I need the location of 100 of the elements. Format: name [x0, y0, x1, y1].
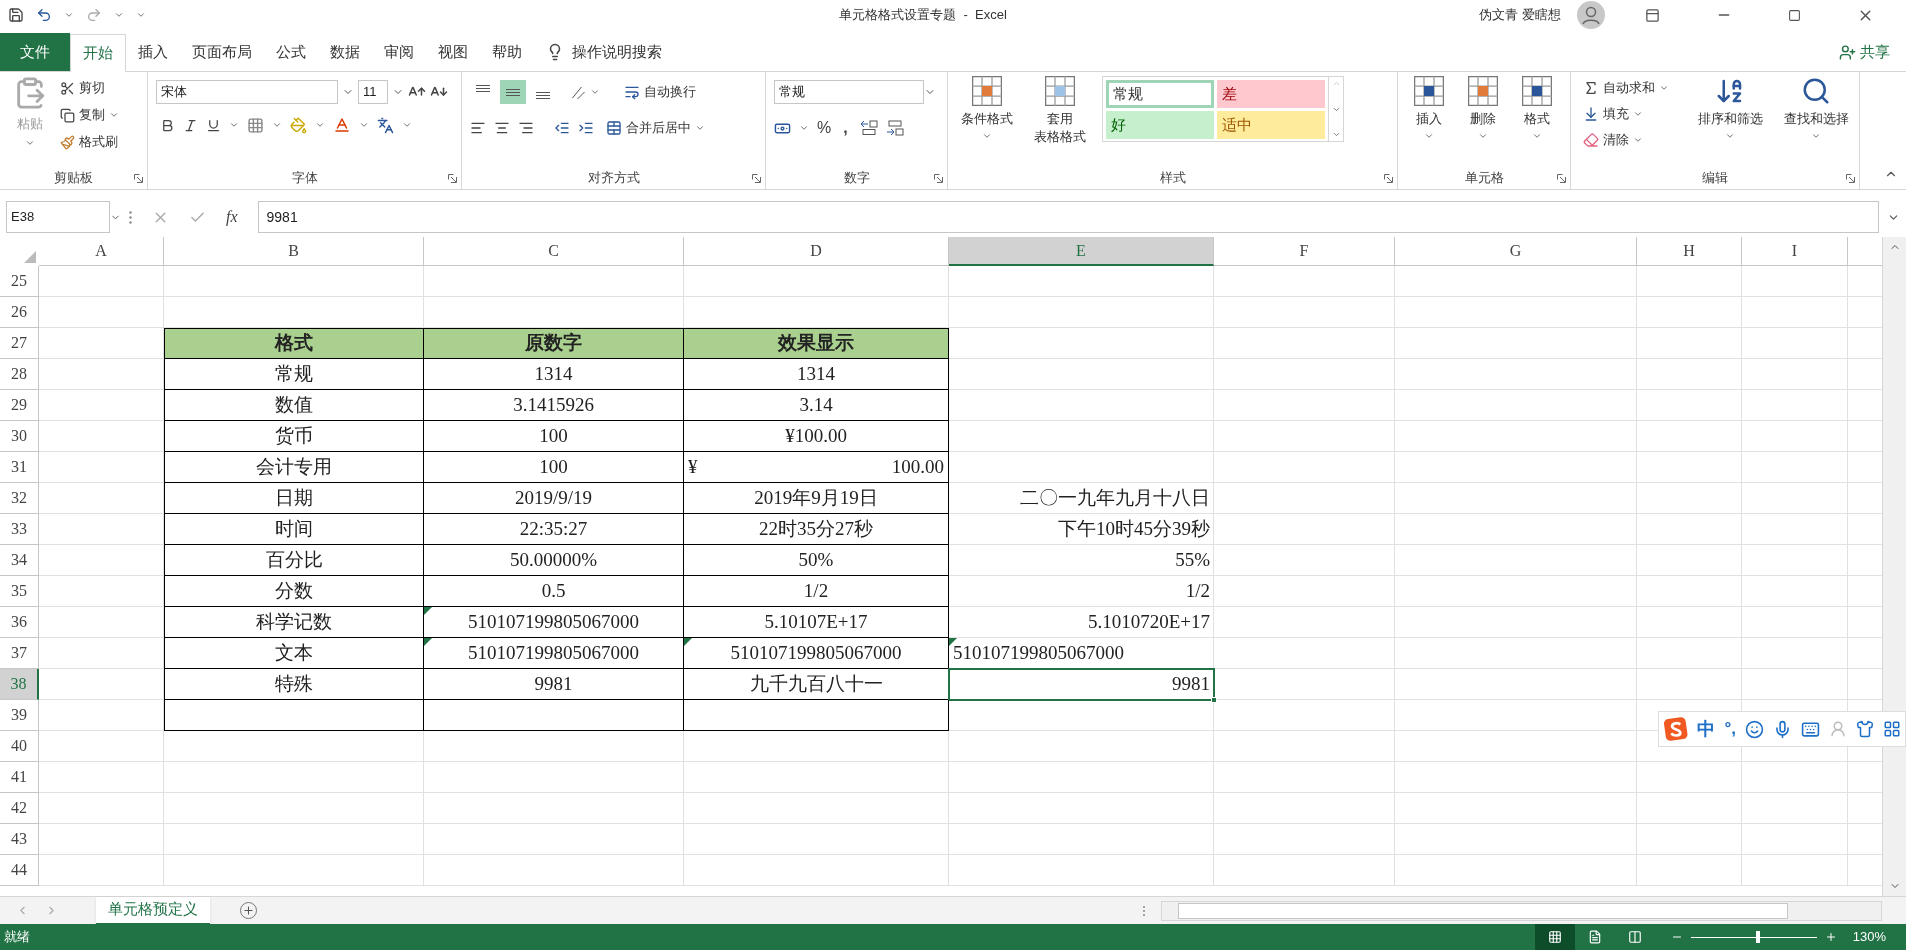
- delete-cells-button[interactable]: 删除: [1470, 110, 1496, 127]
- table-cell[interactable]: 1/2: [949, 576, 1214, 607]
- maximize-icon[interactable]: [1788, 8, 1801, 22]
- align-left-icon[interactable]: [470, 120, 486, 136]
- table-cell[interactable]: 55%: [949, 545, 1214, 576]
- row-header[interactable]: 41: [0, 762, 39, 793]
- decrease-indent-icon[interactable]: [554, 120, 570, 136]
- cell-style-item[interactable]: 适中: [1217, 111, 1325, 139]
- zoom-percentage[interactable]: 130%: [1852, 927, 1886, 947]
- table-cell[interactable]: 510107199805067000: [684, 638, 949, 669]
- underline-icon[interactable]: [206, 117, 221, 133]
- borders-icon[interactable]: [247, 116, 264, 134]
- table-cell[interactable]: 5.10107E+17: [684, 607, 949, 638]
- dialog-launcher-icon[interactable]: [1384, 174, 1393, 183]
- save-icon[interactable]: [8, 7, 24, 23]
- italic-icon[interactable]: [183, 117, 198, 133]
- table-cell[interactable]: 1314: [684, 359, 949, 390]
- dialog-launcher-icon[interactable]: [934, 174, 943, 183]
- table-cell[interactable]: ¥ 100.00: [684, 452, 949, 483]
- table-cell[interactable]: 科学记数: [164, 607, 424, 638]
- table-cell[interactable]: 9981: [424, 669, 684, 700]
- format-cells-button[interactable]: 格式: [1524, 110, 1550, 127]
- align-center-icon[interactable]: [494, 120, 510, 136]
- dialog-launcher-icon[interactable]: [1557, 174, 1566, 183]
- table-cell[interactable]: 会计专用: [164, 452, 424, 483]
- font-size-dropdown[interactable]: 11: [358, 80, 388, 104]
- table-cell[interactable]: 510107199805067000: [424, 607, 684, 638]
- font-name-dropdown[interactable]: 宋体: [156, 80, 338, 104]
- row-header[interactable]: 30: [0, 421, 39, 452]
- input-method-logo-icon[interactable]: [1663, 715, 1689, 743]
- ribbon-tab[interactable]: 帮助: [480, 33, 534, 71]
- row-header[interactable]: 39: [0, 700, 39, 731]
- merge-center-button[interactable]: 合并后居中: [626, 118, 691, 138]
- cut-button[interactable]: 剪切: [79, 78, 105, 98]
- file-tab[interactable]: 文件: [0, 33, 70, 71]
- table-cell[interactable]: 下午10时45分39秒: [949, 514, 1214, 545]
- sort-filter-button[interactable]: 排序和筛选: [1697, 110, 1763, 127]
- table-cell[interactable]: 3.14: [684, 390, 949, 421]
- ribbon-tab[interactable]: 审阅: [372, 33, 426, 71]
- row-header[interactable]: 44: [0, 855, 39, 886]
- view-button[interactable]: [1534, 924, 1575, 950]
- table-cell[interactable]: 1314: [424, 359, 684, 390]
- ribbon-tab[interactable]: 公式: [264, 33, 318, 71]
- zoom-in-icon[interactable]: [1824, 931, 1837, 943]
- table-cell[interactable]: 2019/9/19: [424, 483, 684, 514]
- table-cell[interactable]: [164, 700, 424, 731]
- ribbon-tab[interactable]: 视图: [426, 33, 480, 71]
- table-cell[interactable]: 100: [424, 452, 684, 483]
- cell-style-item[interactable]: 差: [1217, 80, 1325, 108]
- bold-icon[interactable]: [160, 117, 175, 133]
- undo-icon[interactable]: [36, 7, 52, 23]
- table-cell[interactable]: 22时35分27秒: [684, 514, 949, 545]
- table-cell[interactable]: 原数字: [424, 328, 684, 359]
- comma-style-button[interactable]: ,: [839, 116, 852, 140]
- row-header[interactable]: 35: [0, 576, 39, 607]
- column-header[interactable]: E: [949, 237, 1214, 266]
- format-as-table-button[interactable]: 套用 表格格式: [1034, 110, 1086, 146]
- column-header[interactable]: H: [1637, 237, 1742, 266]
- column-header[interactable]: I: [1742, 237, 1848, 266]
- more-styles-icon[interactable]: [1331, 130, 1341, 139]
- table-cell[interactable]: 0.5: [424, 576, 684, 607]
- new-sheet-icon[interactable]: [240, 902, 257, 919]
- row-header[interactable]: 31: [0, 452, 39, 483]
- column-header[interactable]: B: [164, 237, 424, 266]
- table-cell[interactable]: 数值: [164, 390, 424, 421]
- row-header[interactable]: 37: [0, 638, 39, 669]
- row-header[interactable]: 34: [0, 545, 39, 576]
- row-header[interactable]: 32: [0, 483, 39, 514]
- more-options-icon[interactable]: [129, 210, 132, 224]
- table-cell[interactable]: 100: [424, 421, 684, 452]
- table-cell[interactable]: 二〇一九年九月十八日: [949, 483, 1214, 514]
- table-cell[interactable]: 50.00000%: [424, 545, 684, 576]
- find-select-button[interactable]: 查找和选择: [1783, 110, 1849, 127]
- table-cell[interactable]: 分数: [164, 576, 424, 607]
- table-cell[interactable]: 特殊: [164, 669, 424, 700]
- table-cell[interactable]: 2019年9月19日: [684, 483, 949, 514]
- increase-decimal-icon[interactable]: [859, 120, 878, 136]
- format-painter-button[interactable]: 格式刷: [79, 132, 118, 152]
- insert-function-button[interactable]: fx: [226, 205, 238, 229]
- clear-button[interactable]: 清除: [1603, 130, 1629, 150]
- grid-icon[interactable]: [1883, 720, 1901, 738]
- row-header[interactable]: 43: [0, 824, 39, 855]
- table-cell[interactable]: 22:35:27: [424, 514, 684, 545]
- ribbon-tab[interactable]: 页面布局: [180, 33, 264, 71]
- horizontal-scrollbar[interactable]: [1161, 900, 1882, 921]
- column-header[interactable]: F: [1214, 237, 1395, 266]
- sheet-tab[interactable]: 单元格预定义: [96, 896, 210, 925]
- row-header[interactable]: 40: [0, 731, 39, 762]
- zoom-slider[interactable]: [1690, 931, 1817, 943]
- avatar[interactable]: [1577, 1, 1605, 29]
- table-cell[interactable]: 510107199805067000: [949, 638, 1214, 669]
- column-header[interactable]: D: [684, 237, 949, 266]
- dialog-launcher-icon[interactable]: [752, 174, 761, 183]
- ribbon-tab[interactable]: 开始: [70, 34, 126, 72]
- table-cell[interactable]: 效果显示: [684, 328, 949, 359]
- insert-cells-button[interactable]: 插入: [1416, 110, 1442, 127]
- keyboard-icon[interactable]: [1801, 719, 1820, 739]
- table-cell[interactable]: 日期: [164, 483, 424, 514]
- ribbon-tab[interactable]: 数据: [318, 33, 372, 71]
- row-header[interactable]: 25: [0, 266, 39, 297]
